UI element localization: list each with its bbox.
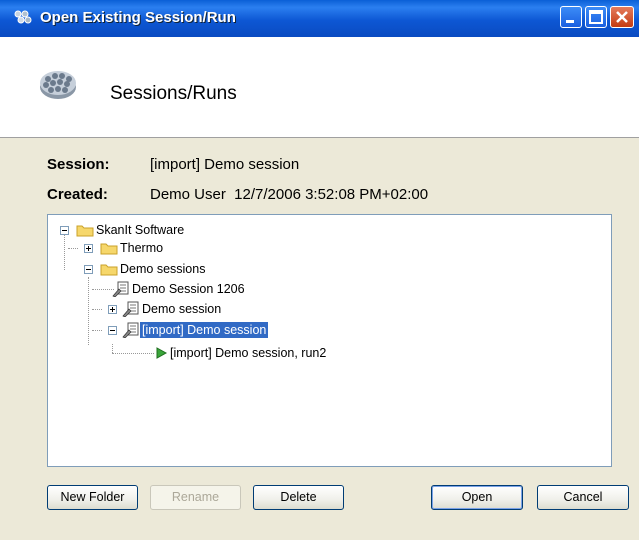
minimize-button[interactable] (560, 6, 582, 28)
maximize-button[interactable] (585, 6, 607, 28)
tree-node-thermo[interactable]: Thermo (100, 239, 165, 257)
created-label: Created: (47, 186, 108, 203)
session-icon (122, 301, 139, 317)
collapse-toggle-root[interactable] (60, 226, 69, 235)
tree-node-label: SkanIt Software (96, 223, 185, 237)
session-tree[interactable]: SkanIt Software Thermo Demo sessions Dem… (47, 214, 612, 467)
created-value: Demo User 12/7/2006 3:52:08 PM+02:00 (150, 186, 429, 203)
sessions-icon (40, 71, 76, 99)
tree-node-import-session[interactable]: [import] Demo session (112, 321, 270, 339)
header-title: Sessions/Runs (110, 83, 237, 104)
collapse-toggle-demo-sessions[interactable] (84, 265, 93, 274)
session-icon (112, 281, 129, 297)
run-play-icon (156, 347, 168, 359)
header-panel: Sessions/Runs (0, 37, 639, 138)
tree-node-label: Demo Session 1206 (132, 282, 245, 296)
minimize-icon (566, 20, 574, 23)
title-bar[interactable]: Open Existing Session/Run (0, 0, 639, 37)
rename-button[interactable]: Rename (150, 485, 241, 510)
tree-node-import-run2[interactable]: [import] Demo session, run2 (154, 344, 328, 362)
tree-node-label: Demo session (142, 302, 222, 316)
cancel-button[interactable]: Cancel (537, 485, 629, 510)
expand-toggle-thermo[interactable] (84, 244, 93, 253)
delete-button[interactable]: Delete (253, 485, 344, 510)
tree-node-demo-sessions[interactable]: Demo sessions (100, 260, 207, 278)
app-icon (14, 10, 32, 24)
tree-node-demo-session-1206[interactable]: Demo Session 1206 (112, 280, 247, 298)
maximize-icon (589, 10, 603, 24)
folder-icon (100, 243, 118, 255)
session-value: [import] Demo session (150, 156, 300, 173)
folder-icon (100, 264, 118, 276)
tree-node-label: Thermo (120, 241, 164, 255)
tree-node-label: [import] Demo session, run2 (170, 346, 327, 360)
new-folder-button[interactable]: New Folder (47, 485, 138, 510)
tree-node-label-selected: [import] Demo session (138, 321, 270, 339)
tree-node-root[interactable]: SkanIt Software (76, 221, 186, 239)
close-icon (616, 11, 628, 23)
tree-node-label: Demo sessions (120, 262, 206, 276)
open-button[interactable]: Open (431, 485, 523, 510)
folder-icon (76, 225, 94, 237)
tree-node-demo-session[interactable]: Demo session (112, 300, 223, 318)
close-button[interactable] (610, 6, 634, 28)
session-icon (122, 322, 139, 338)
window-title: Open Existing Session/Run (40, 9, 236, 26)
session-label: Session: (47, 156, 110, 173)
